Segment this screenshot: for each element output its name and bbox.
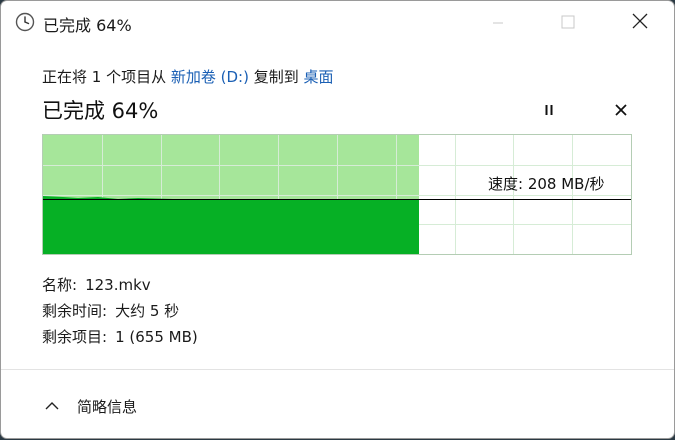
copy-description: 正在将 1 个项目从 新加卷 (D:) 复制到 桌面 <box>42 66 334 87</box>
minimize-icon <box>492 14 504 33</box>
throughput-chart <box>43 135 631 254</box>
detail-name-key: 名称: <box>42 276 78 294</box>
cancel-button[interactable] <box>609 99 633 121</box>
detail-time-remaining: 剩余时间: 大约 5 秒 <box>42 300 179 321</box>
source-link[interactable]: 新加卷 (D:) <box>171 68 249 86</box>
detail-items-value: 1 (655 MB) <box>115 328 198 346</box>
chevron-up-icon <box>45 401 59 411</box>
close-button[interactable] <box>617 1 663 45</box>
close-icon <box>632 13 648 33</box>
speed-label: 速度: 208 MB/秒 <box>488 175 605 193</box>
fewer-details-label: 简略信息 <box>77 397 138 416</box>
pause-icon <box>543 101 555 120</box>
copy-progress-window: 已完成 64% 正在将 1 个项目从 新加卷 (D:) 复制到 桌面 已完成 6… <box>0 0 675 439</box>
copy-middle: 复制到 <box>248 68 304 86</box>
pause-button[interactable] <box>537 99 561 121</box>
detail-items-key: 剩余项目: <box>42 328 108 346</box>
minimize-button[interactable] <box>475 1 521 45</box>
maximize-icon <box>561 14 575 33</box>
progress-headline: 已完成 64% <box>42 99 159 123</box>
fewer-details-toggle[interactable]: 简略信息 <box>45 393 137 419</box>
detail-time-value: 大约 5 秒 <box>115 302 180 320</box>
detail-items-remaining: 剩余项目: 1 (655 MB) <box>42 326 198 347</box>
throughput-fill <box>43 196 419 254</box>
destination-link[interactable]: 桌面 <box>303 68 333 86</box>
window-title: 已完成 64% <box>43 16 132 35</box>
copy-prefix: 正在将 1 个项目从 <box>42 68 171 86</box>
detail-name: 名称: 123.mkv <box>42 274 151 295</box>
cancel-icon <box>615 101 627 120</box>
clock-icon <box>15 12 35 32</box>
maximize-button[interactable] <box>545 1 591 45</box>
throughput-graph <box>42 134 632 255</box>
detail-time-key: 剩余时间: <box>42 302 108 320</box>
title-bar[interactable]: 已完成 64% <box>1 1 674 45</box>
detail-name-value: 123.mkv <box>85 276 151 294</box>
footer-divider <box>1 369 674 370</box>
